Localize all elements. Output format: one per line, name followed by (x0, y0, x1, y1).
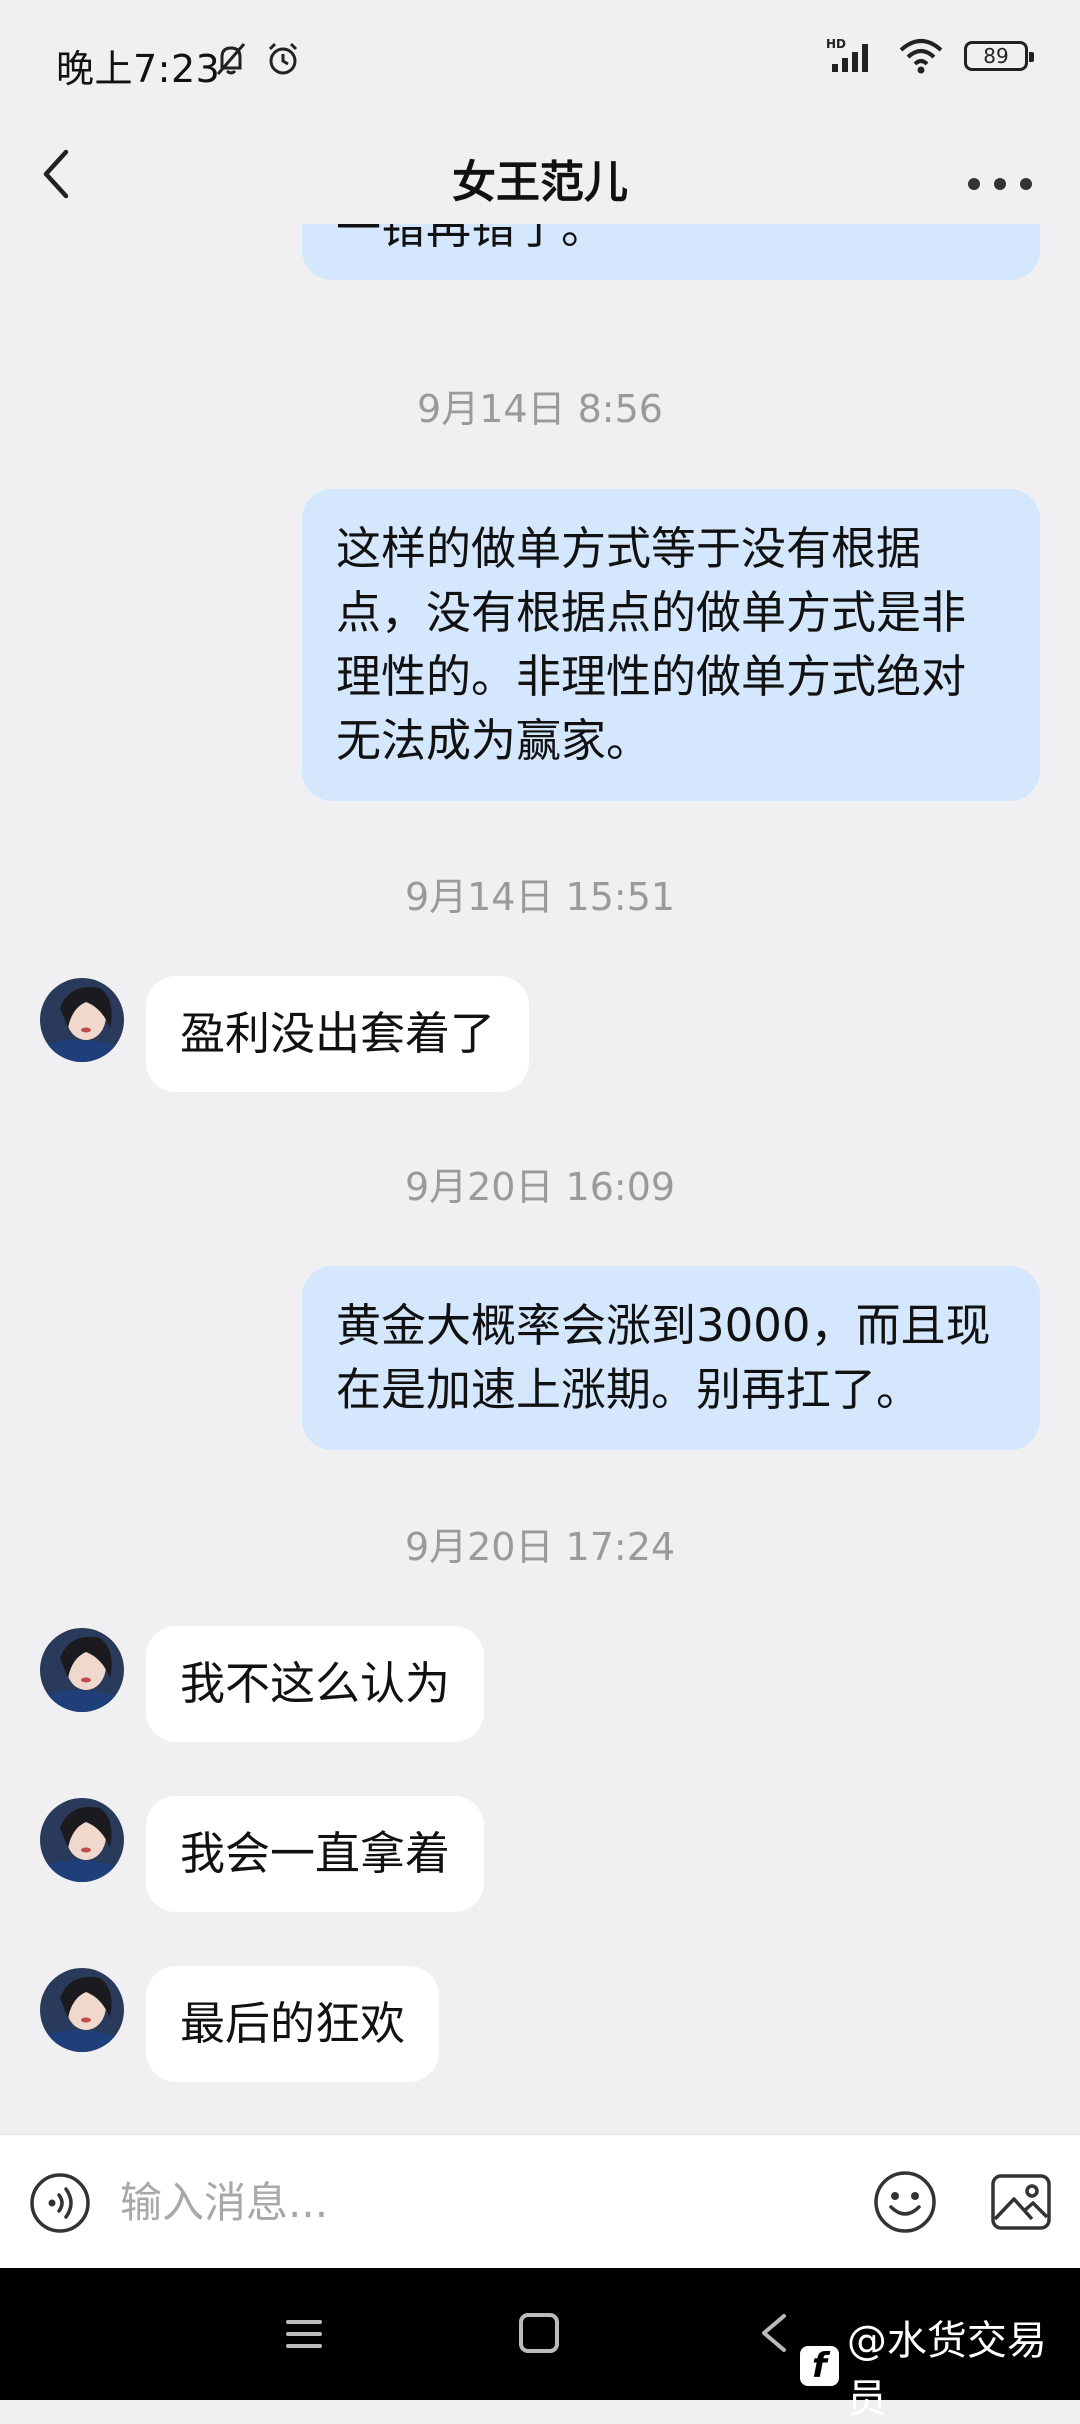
alarm-icon (268, 42, 298, 75)
message-text: 一错再错了。 (336, 224, 607, 254)
message-input-bar (0, 2134, 1080, 2268)
mute-bell-icon (216, 43, 246, 75)
chat-title: 女王范儿 (452, 157, 628, 208)
wifi-icon (899, 39, 943, 74)
signal-icon: HD (826, 37, 868, 72)
image-button[interactable] (988, 2169, 1054, 2235)
recent-apps-button[interactable] (282, 2312, 326, 2356)
message-text: 我会一直拿着 (180, 1827, 451, 1880)
facebook-logo-icon: f (800, 2346, 839, 2386)
menu-icon (286, 2320, 322, 2348)
watermark: f @水货交易员 (800, 2308, 1080, 2424)
avatar-image (40, 1628, 124, 1712)
timestamp: 9月20日 17:24 (404, 1525, 676, 1569)
message-input[interactable] (118, 2169, 818, 2235)
avatar-image (40, 1968, 124, 2052)
avatar-image (40, 1798, 124, 1882)
system-back-button[interactable] (756, 2310, 792, 2356)
avatar[interactable] (40, 1628, 124, 1712)
more-button[interactable] (960, 146, 1040, 206)
voice-icon (30, 2173, 90, 2233)
message-text: 黄金大概率会涨到3000，而且现在是加速上涨期。别再扛了。 (336, 1299, 991, 1416)
chat-header: 女王范儿 (0, 124, 1080, 224)
message-text: 这样的做单方式等于没有根据点，没有根据点的做单方式是非理性的。非理性的做单方式绝… (336, 522, 967, 767)
battery-level: 89 (983, 44, 1009, 68)
status-bar: 晚上7:23 HD 89 (0, 0, 1080, 124)
avatar-image (40, 978, 124, 1062)
back-triangle-icon (762, 2314, 786, 2352)
outgoing-message[interactable]: 一错再错了。 (302, 224, 1040, 280)
incoming-message[interactable]: 我不这么认为 (146, 1626, 485, 1742)
watermark-text: @水货交易员 (846, 2318, 1047, 2422)
avatar[interactable] (40, 1968, 124, 2052)
avatar[interactable] (40, 978, 124, 1062)
timestamp: 9月20日 16:09 (404, 1165, 676, 1209)
voice-button[interactable] (28, 2171, 92, 2235)
timestamp: 9月14日 15:51 (404, 875, 676, 919)
home-square-icon (519, 2313, 559, 2353)
message-list[interactable]: 一错再错了。 9月14日 8:56 这样的做单方式等于没有根据点，没有根据点的做… (0, 224, 1080, 2134)
incoming-message[interactable]: 盈利没出套着了 (146, 976, 530, 1092)
avatar[interactable] (40, 1798, 124, 1882)
outgoing-message[interactable]: 黄金大概率会涨到3000，而且现在是加速上涨期。别再扛了。 (302, 1266, 1040, 1450)
status-icons-left (212, 40, 302, 78)
message-text: 我不这么认为 (180, 1657, 451, 1710)
outgoing-message[interactable]: 这样的做单方式等于没有根据点，没有根据点的做单方式是非理性的。非理性的做单方式绝… (302, 489, 1040, 801)
message-text: 盈利没出套着了 (180, 1007, 496, 1060)
emoji-icon (874, 2171, 936, 2233)
more-dots-icon (968, 178, 1032, 190)
emoji-button[interactable] (872, 2169, 938, 2235)
image-icon (991, 2174, 1051, 2230)
battery-indicator: 89 (964, 41, 1034, 71)
timestamp: 9月14日 8:56 (417, 387, 663, 431)
status-time: 晚上7:23 (56, 47, 221, 91)
network-label: HD (826, 37, 846, 51)
incoming-message[interactable]: 我会一直拿着 (146, 1796, 485, 1912)
status-icons-right: HD 89 (826, 36, 1034, 76)
message-text: 最后的狂欢 (180, 1997, 406, 2050)
incoming-message[interactable]: 最后的狂欢 (146, 1966, 440, 2082)
home-button[interactable] (516, 2310, 562, 2356)
system-navigation-bar: f @水货交易员 (0, 2268, 1080, 2422)
